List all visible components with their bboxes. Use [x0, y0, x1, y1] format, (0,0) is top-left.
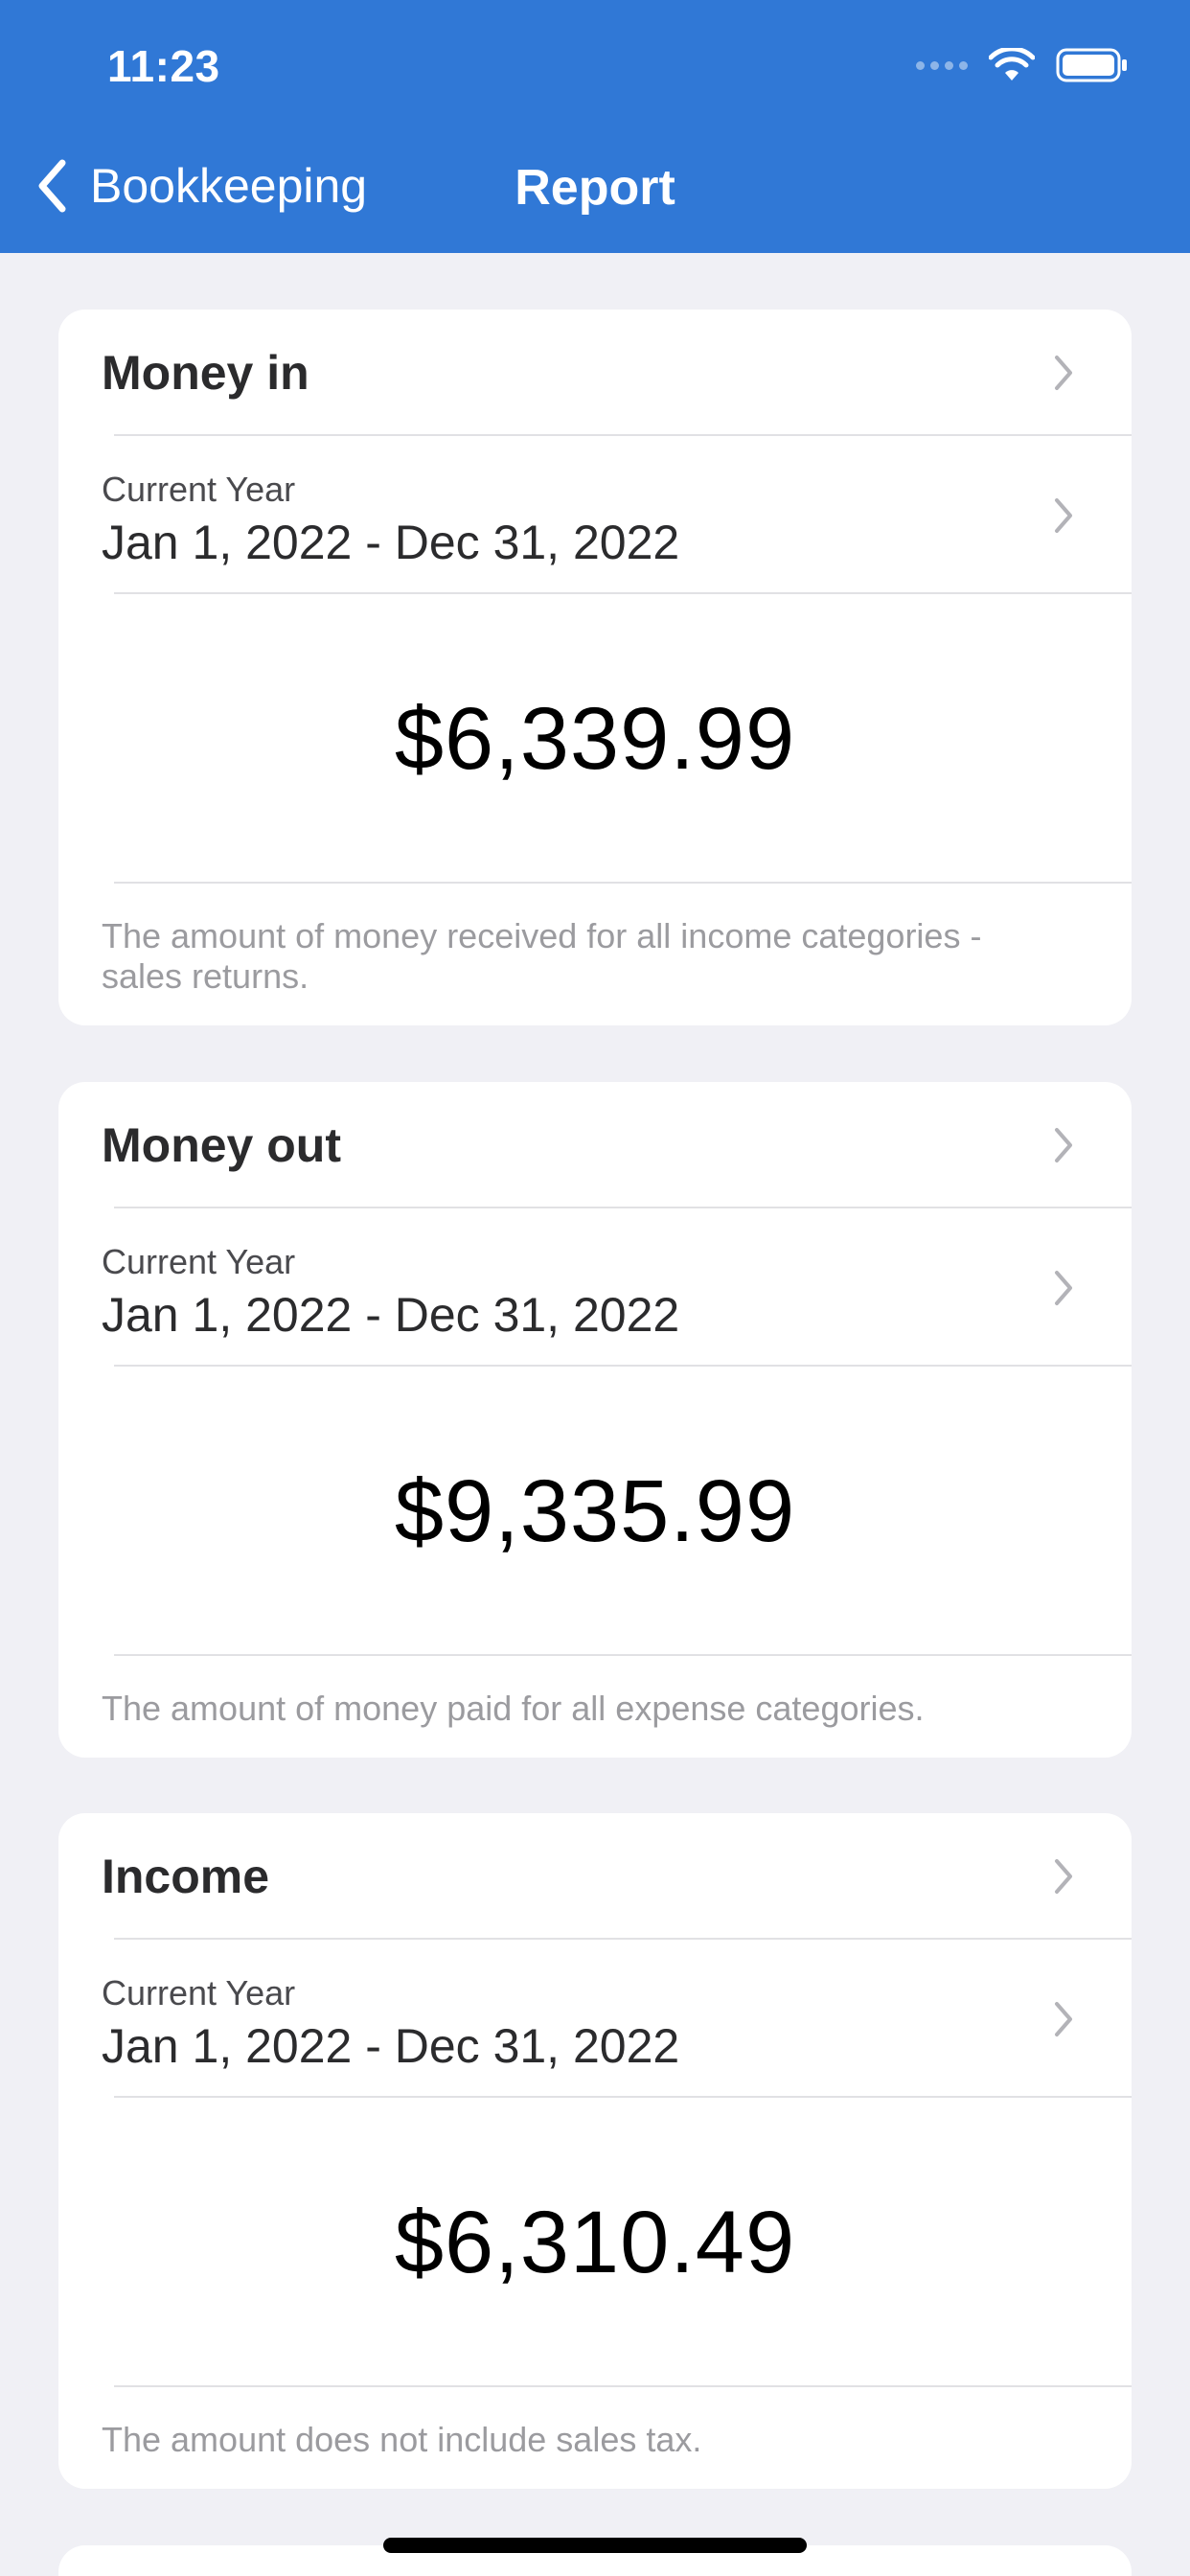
chevron-right-icon [1055, 1859, 1072, 1894]
card-title: Money out [102, 1118, 341, 1172]
money-out-card: Money out Current Year Jan 1, 2022 - Dec… [58, 1082, 1132, 1758]
chevron-right-icon [1055, 1270, 1072, 1305]
amount-value: $6,339.99 [394, 689, 796, 788]
money-in-note: The amount of money received for all inc… [102, 916, 982, 996]
money-in-card: Money in Current Year Jan 1, 2022 - Dec … [58, 310, 1132, 1025]
period-range: Jan 1, 2022 - Dec 31, 2022 [102, 516, 680, 569]
card-title: Money in [102, 346, 309, 400]
money-in-title-row[interactable]: Money in [58, 310, 1132, 436]
period-label: Current Year [102, 1973, 296, 2012]
period-range: Jan 1, 2022 - Dec 31, 2022 [102, 1288, 680, 1342]
money-in-amount: $6,339.99 [58, 594, 1132, 884]
period-label: Current Year [102, 470, 296, 509]
amount-value: $6,310.49 [394, 2193, 796, 2291]
status-icons [916, 46, 1129, 84]
money-out-note: The amount of money paid for all expense… [102, 1689, 925, 1728]
chevron-right-icon [1055, 356, 1072, 390]
status-time: 11:23 [107, 41, 220, 91]
money-out-period-row[interactable]: Current Year Jan 1, 2022 - Dec 31, 2022 [58, 1208, 1132, 1367]
amount-value: $9,335.99 [394, 1461, 796, 1560]
income-card: Income Current Year Jan 1, 2022 - Dec 31… [58, 1813, 1132, 2489]
period-label: Current Year [102, 1242, 296, 1281]
battery-icon [1056, 48, 1127, 82]
card-title: Income [102, 1850, 270, 1903]
signal-icon [916, 60, 968, 70]
money-out-amount: $9,335.99 [58, 1367, 1132, 1656]
report-screen: 11:23 Bookkeeping Report Money in Curren… [0, 0, 1190, 2576]
income-amount: $6,310.49 [58, 2098, 1132, 2387]
income-note: The amount does not include sales tax. [102, 2420, 702, 2459]
chevron-right-icon [1055, 1128, 1072, 1162]
income-title-row[interactable]: Income [58, 1813, 1132, 1940]
page-title: Report [515, 160, 675, 216]
money-out-title-row[interactable]: Money out [58, 1082, 1132, 1208]
period-range: Jan 1, 2022 - Dec 31, 2022 [102, 2019, 680, 2073]
income-period-row[interactable]: Current Year Jan 1, 2022 - Dec 31, 2022 [58, 1940, 1132, 2098]
money-in-period-row[interactable]: Current Year Jan 1, 2022 - Dec 31, 2022 [58, 436, 1132, 594]
chevron-right-icon [1055, 2001, 1072, 2036]
wifi-icon [989, 48, 1035, 80]
navigation-header: 11:23 Bookkeeping Report [0, 0, 1190, 253]
chevron-right-icon [1055, 497, 1072, 533]
home-indicator[interactable] [383, 2538, 807, 2553]
